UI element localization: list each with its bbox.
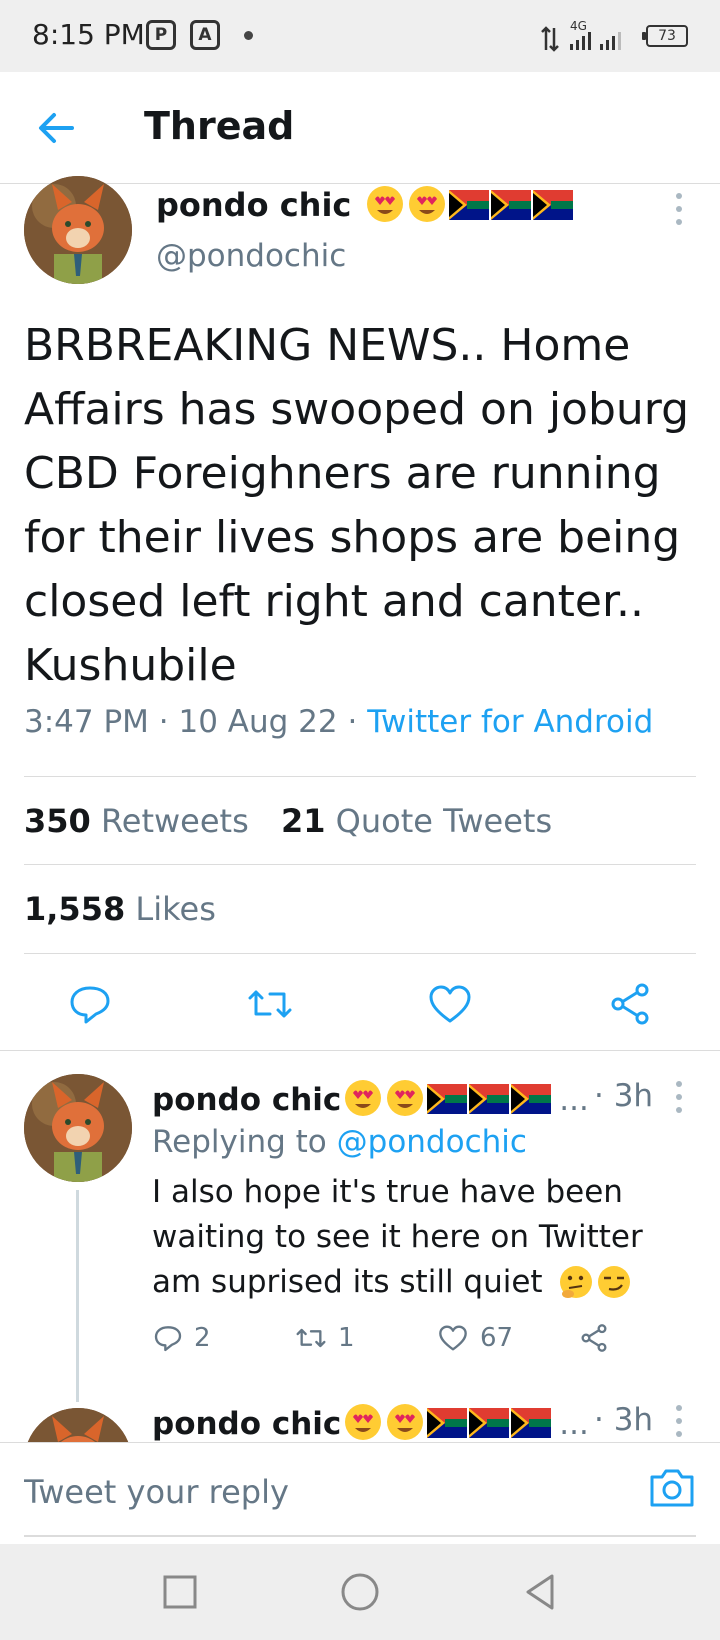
page-title: Thread — [144, 104, 295, 148]
battery-icon: 73 — [642, 25, 688, 47]
reply-icon[interactable] — [66, 980, 114, 1028]
like-heart-icon — [439, 1325, 467, 1351]
name-truncation: ... — [559, 1406, 589, 1442]
author-name[interactable]: pondo chic — [156, 186, 351, 224]
reply-count: 2 — [194, 1323, 211, 1353]
camera-icon[interactable] — [648, 1465, 696, 1509]
reply-action-retweet[interactable]: 1 — [294, 1322, 355, 1362]
south-africa-flag-icon — [490, 190, 531, 220]
more-options-icon[interactable] — [674, 1404, 684, 1438]
reply-composer — [0, 1442, 720, 1544]
tweet-date: 10 Aug 22 — [178, 704, 338, 740]
south-africa-flag-icon — [427, 1084, 468, 1114]
heart-eyes-emoji-icon — [345, 1080, 382, 1116]
heart-eyes-emoji-icon — [345, 1404, 382, 1440]
replying-to-handle[interactable]: @pondochic — [337, 1124, 527, 1160]
retweet-count: 1 — [338, 1323, 355, 1353]
likes-label: Likes — [135, 890, 216, 928]
thread-connector-line — [76, 1190, 79, 1402]
reply-author-name[interactable]: pondo chic — [152, 1082, 341, 1118]
thinking-face-emoji-icon — [560, 1266, 593, 1298]
author-handle[interactable]: @pondochic — [156, 238, 346, 274]
reply-action-share[interactable] — [578, 1322, 610, 1362]
name-truncation: ... — [559, 1082, 589, 1118]
south-africa-flag-icon — [532, 190, 573, 220]
back-triangle-icon[interactable] — [516, 1568, 564, 1616]
likes-stats[interactable]: 1,558 Likes — [24, 890, 216, 928]
notification-dot-icon — [244, 31, 253, 40]
fox-avatar-image — [24, 176, 132, 284]
divider — [24, 776, 696, 777]
retweets-label: Retweets — [100, 802, 249, 840]
retweet-icon — [296, 1328, 326, 1348]
fox-avatar-image — [24, 1074, 132, 1182]
smirking-face-emoji-icon — [598, 1266, 631, 1298]
south-africa-flag-icon — [427, 1408, 468, 1438]
tweet-meta: 3:47 PM · 10 Aug 22 · Twitter for Androi… — [24, 704, 654, 740]
south-africa-flag-icon — [469, 1084, 510, 1114]
tweet-source-link[interactable]: Twitter for Android — [367, 704, 653, 740]
notification-app-icon: P — [146, 20, 176, 50]
signal-icon: 4G — [541, 19, 621, 52]
retweet-icon[interactable] — [246, 980, 294, 1028]
south-africa-flag-icon — [511, 1408, 552, 1438]
reply-action-like[interactable]: 67 — [436, 1322, 513, 1362]
like-count: 67 — [480, 1323, 514, 1353]
retweets-count: 350 — [24, 802, 91, 840]
share-icon — [581, 1324, 607, 1352]
replying-to-prefix: Replying to — [152, 1124, 327, 1160]
replying-to: Replying to @pondochic — [152, 1124, 527, 1160]
author-name-row[interactable]: pondo chic — [156, 184, 573, 224]
avatar[interactable] — [24, 1074, 132, 1182]
reply-action-reply[interactable]: 2 — [152, 1322, 211, 1362]
reply-author-row[interactable]: pondo chic ... — [152, 1404, 589, 1442]
reply-author-name[interactable]: pondo chic — [152, 1406, 341, 1442]
top-app-bar: Thread — [0, 72, 720, 184]
status-time: 8:15 PM — [32, 18, 145, 51]
notification-app-icon: A — [190, 20, 220, 50]
home-circle-icon[interactable] — [336, 1568, 384, 1616]
heart-eyes-emoji-icon — [387, 1080, 424, 1116]
retweets-link[interactable]: 350 Retweets — [24, 802, 249, 840]
south-africa-flag-icon — [469, 1408, 510, 1438]
more-options-icon[interactable] — [674, 192, 684, 226]
reply-author-row[interactable]: pondo chic ... — [152, 1078, 589, 1118]
reply-input[interactable] — [24, 1469, 604, 1515]
share-icon[interactable] — [606, 980, 654, 1028]
heart-eyes-emoji-icon — [408, 186, 445, 222]
like-heart-icon[interactable] — [426, 980, 474, 1028]
quote-tweets-link[interactable]: 21 Quote Tweets — [281, 802, 552, 840]
network-type-label: 4G — [570, 19, 587, 33]
avatar[interactable] — [24, 1408, 132, 1442]
likes-count: 1,558 — [24, 890, 126, 928]
divider — [0, 1050, 720, 1051]
divider — [24, 953, 696, 954]
reply-timestamp: · 3h — [594, 1078, 654, 1114]
arrow-left-icon[interactable] — [28, 100, 84, 156]
status-bar: 8:15 PM P A 4G 73 — [0, 0, 720, 72]
tweet-actions — [0, 970, 720, 1050]
more-options-icon[interactable] — [674, 1080, 684, 1114]
reply-timestamp: · 3h — [594, 1404, 654, 1438]
divider — [24, 1535, 696, 1537]
heart-eyes-emoji-icon — [387, 1404, 424, 1440]
avatar[interactable] — [24, 176, 132, 284]
recents-square-icon[interactable] — [156, 1568, 204, 1616]
quotes-count: 21 — [280, 802, 326, 840]
system-navigation-bar — [0, 1544, 720, 1640]
fox-avatar-image — [24, 1408, 132, 1442]
heart-eyes-emoji-icon — [366, 186, 403, 222]
retweet-stats: 350 Retweets 21 Quote Tweets — [24, 802, 552, 840]
reply-text-block: I also hope it's true have been waiting … — [152, 1170, 700, 1305]
tweet-time: 3:47 PM — [24, 704, 149, 740]
quotes-label: Quote Tweets — [335, 802, 553, 840]
south-africa-flag-icon — [511, 1084, 552, 1114]
tweet-text: BRBREAKING NEWS.. Home Affairs has swoop… — [24, 320, 690, 691]
reply-icon — [154, 1326, 182, 1352]
reply-tweet[interactable]: pondo chic ... · 3h — [0, 1404, 720, 1442]
south-africa-flag-icon — [448, 190, 489, 220]
divider — [24, 864, 696, 865]
